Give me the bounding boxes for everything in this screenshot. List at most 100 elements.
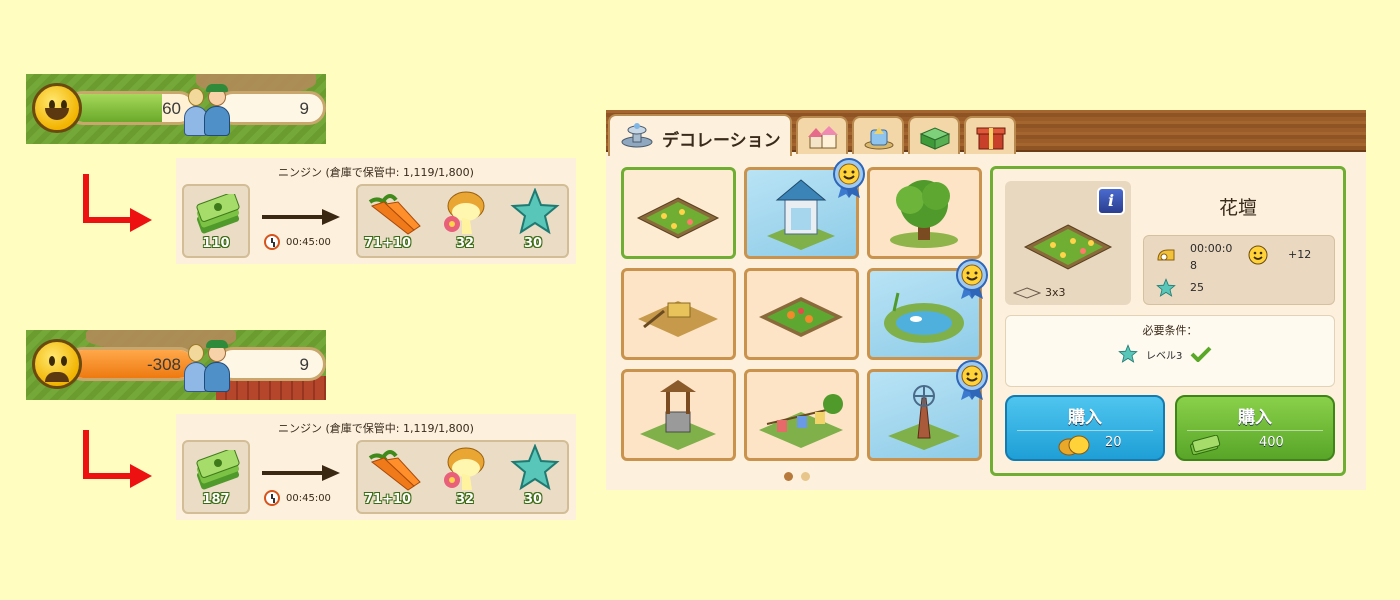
carrot-icon: [368, 450, 421, 491]
item-size: 3x3: [1013, 286, 1066, 299]
build-time: 00:00:0 8: [1190, 242, 1233, 272]
star-amount: 30: [524, 492, 543, 507]
fountain-tab-icon: [864, 127, 894, 150]
build-time-icon: [1157, 249, 1175, 261]
happiness-bar[interactable]: -308: [66, 347, 196, 381]
production-time: 00:45:00: [286, 492, 331, 504]
production-timer: 00:45:00: [264, 234, 331, 250]
shop-item-pond[interactable]: [867, 259, 988, 360]
item-stats: 00:00:0 8 +12 25: [1143, 235, 1335, 305]
laundry-line-icon: [759, 394, 843, 448]
fountain-icon: [621, 123, 653, 148]
xp-value: 25: [1190, 281, 1204, 294]
happiness-badge-icon: [833, 158, 865, 198]
happiness-bar[interactable]: 60: [66, 91, 196, 125]
page-dot-1[interactable]: [784, 472, 793, 481]
recipe-title: ニンジン (倉庫で保管中: 1,119/1,800): [278, 422, 474, 435]
flower-potion-icon: [444, 447, 485, 490]
box-icon: [919, 127, 951, 150]
tab-gift[interactable]: [964, 116, 1016, 154]
tab-houses[interactable]: [796, 116, 848, 154]
item-details-panel: i 3x3 花壇 00:00:0 8 +12 25 必要条件： レベル3 購入 …: [990, 166, 1346, 476]
carrot-amount: 71+10: [364, 236, 412, 251]
happiness-badge-icon: [956, 259, 988, 299]
workers-icon: [182, 338, 234, 392]
production-time: 00:45:00: [286, 236, 331, 248]
carrot-icon: [368, 194, 421, 235]
star-amount: 30: [524, 236, 543, 251]
happiness-bar-fill: [69, 94, 162, 122]
happiness-badge-icon: [956, 360, 988, 400]
output-slots[interactable]: 71+10 32 30: [356, 184, 569, 258]
happy-face-icon: [32, 83, 82, 133]
carrot-amount: 71+10: [364, 492, 412, 507]
buy-with-cash-button[interactable]: 購入 400: [1175, 395, 1335, 461]
houses-icon: [808, 126, 838, 149]
info-button[interactable]: i: [1097, 187, 1125, 215]
recipe-card-before: ニンジン (倉庫で保管中: 1,119/1,800) 110 00:45:00 …: [176, 158, 576, 264]
buy-coins-label: 購入: [1068, 408, 1102, 428]
star-icon: [510, 188, 560, 235]
recipe-title: ニンジン (倉庫で保管中: 1,119/1,800): [278, 166, 474, 179]
process-arrow-icon: [262, 209, 340, 225]
shop-item-well[interactable]: [621, 369, 736, 461]
potion-amount: 32: [456, 236, 475, 251]
requirement-level: レベル3: [1146, 350, 1183, 362]
tab-storage[interactable]: [908, 116, 960, 154]
tab-fountain[interactable]: [852, 116, 904, 154]
happiness-value: 60: [162, 99, 181, 118]
checkmark-icon: [1190, 346, 1212, 362]
shop-item-hay-bale[interactable]: [621, 268, 736, 360]
happiness-value: -308: [146, 355, 181, 374]
happiness-bonus: +12: [1288, 248, 1312, 261]
output-slots[interactable]: 71+10 32 30: [356, 440, 569, 514]
input-slot[interactable]: 110: [182, 184, 250, 258]
workers-value: 9: [299, 355, 309, 374]
production-timer: 00:45:00: [264, 490, 331, 506]
buy-cash-label: 購入: [1238, 408, 1272, 428]
shop-item-gazebo[interactable]: [744, 158, 865, 259]
potion-amount: 32: [456, 492, 475, 507]
status-bar-before: 60 9: [26, 74, 326, 144]
requirements-box: 必要条件： レベル3: [1005, 315, 1335, 387]
status-bar-after: -308 9: [26, 330, 326, 400]
input-amount: 187: [202, 492, 230, 507]
coins-icon: [1058, 435, 1090, 456]
footprint-icon: [1013, 286, 1041, 299]
red-arrow-icon: [83, 430, 152, 488]
requirements-title: 必要条件：: [1142, 324, 1198, 337]
item-size-value: 3x3: [1045, 286, 1066, 299]
recipe-card-after: ニンジン (倉庫で保管中: 1,119/1,800) 187 00:45:00 …: [176, 414, 576, 520]
pagination-dots[interactable]: [784, 472, 810, 481]
star-icon: [510, 444, 560, 491]
coin-price: 20: [1105, 435, 1122, 450]
page-dot-2[interactable]: [801, 472, 810, 481]
shop-item-laundry-line[interactable]: [744, 369, 859, 461]
flower-potion-icon: [444, 191, 485, 234]
happiness-icon: [1248, 245, 1268, 265]
input-amount: 110: [202, 236, 230, 251]
gift-box-icon: [976, 127, 1006, 150]
shop-item-oak-tree[interactable]: [867, 167, 982, 259]
level-star-icon: [1118, 344, 1138, 363]
vegetable-patch-icon: [759, 297, 843, 337]
process-arrow-icon: [262, 465, 340, 481]
shop-item-windmill[interactable]: [867, 360, 988, 461]
well-icon: [640, 380, 716, 450]
buy-with-coins-button[interactable]: 購入 20: [1005, 395, 1165, 461]
shop-item-flowerbed[interactable]: [621, 167, 736, 259]
requirement-row: レベル3: [1118, 344, 1212, 364]
workers-value: 9: [299, 99, 309, 118]
shop-item-vegetable-patch[interactable]: [744, 268, 859, 360]
clock-icon: [264, 490, 280, 506]
xp-star-icon: [1156, 278, 1176, 297]
item-preview: i 3x3: [1005, 181, 1131, 305]
sad-face-icon: [32, 339, 82, 389]
cash-price: 400: [1259, 435, 1284, 450]
input-slot[interactable]: 187: [182, 440, 250, 514]
flowerbed-icon: [636, 197, 720, 239]
item-name: 花壇: [1218, 197, 1257, 219]
tab-decoration[interactable]: デコレーション: [608, 114, 792, 156]
tab-decoration-label: デコレーション: [662, 131, 781, 151]
red-arrow-icon: [83, 174, 152, 232]
